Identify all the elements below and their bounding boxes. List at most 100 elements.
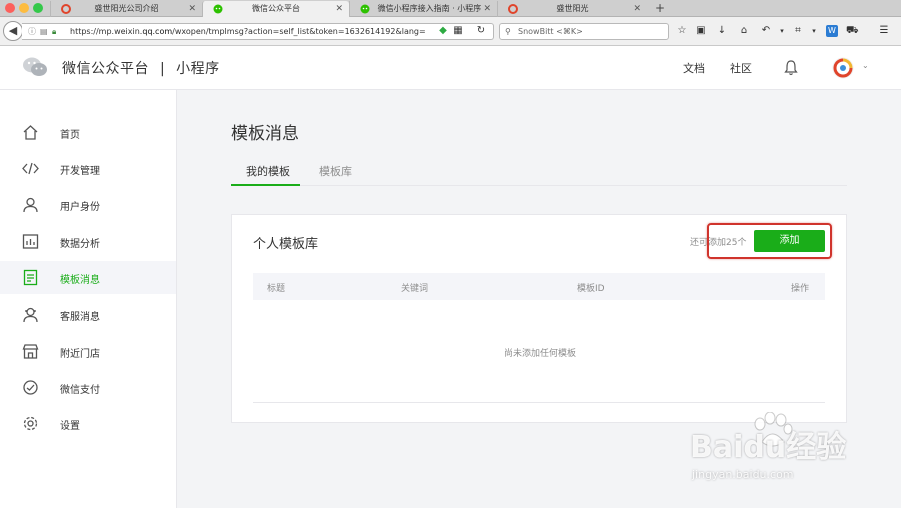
platform-title[interactable]: 微信公众平台 | 小程序: [62, 58, 220, 78]
watermark-url: jingyan.baidu.com: [692, 468, 794, 481]
close-window-button[interactable]: [5, 3, 15, 13]
reload-icon[interactable]: ↻: [475, 25, 487, 37]
sidebar-item-label: 附近门店: [60, 349, 100, 360]
sidebar-item-label: 微信支付: [60, 385, 100, 396]
sidebar-item-users[interactable]: 用户身份: [0, 188, 176, 221]
browser-tab-title: 盛世阳光: [556, 4, 589, 13]
download-icon[interactable]: ↓: [716, 25, 728, 37]
sidebar-item-label: 开发管理: [60, 166, 100, 177]
browser-tab-bar: 盛世阳光公司介绍 ✕ 微信公众平台 ✕ 微信小程序接入指南 · 小程序 ✕ 盛世…: [0, 0, 901, 17]
avatar[interactable]: [832, 57, 854, 79]
sidebar-item-wechat-pay[interactable]: 微信支付: [0, 371, 176, 404]
column-header-keywords: 关键词: [401, 284, 429, 294]
tab-my-templates[interactable]: 我的模板: [246, 163, 290, 179]
sidebar-item-customer-service[interactable]: 客服消息: [0, 298, 176, 331]
tab-template-library[interactable]: 模板库: [319, 163, 352, 179]
sidebar-item-label: 数据分析: [60, 239, 100, 250]
browser-tab-3[interactable]: 微信小程序接入指南 · 小程序 ✕: [349, 1, 497, 17]
store-icon: [22, 344, 39, 359]
sidebar-item-nearby-store[interactable]: 附近门店: [0, 335, 176, 368]
chevron-down-icon[interactable]: ▾: [776, 25, 788, 37]
sidebar-item-label: 首页: [60, 130, 80, 141]
extension-w-icon[interactable]: W: [826, 25, 838, 37]
highlight-box: [707, 223, 832, 259]
shield-icon[interactable]: ◆: [437, 25, 449, 37]
sidebar-item-template-message[interactable]: 模板消息: [0, 261, 176, 294]
browser-tab-2[interactable]: 微信公众平台 ✕: [202, 1, 349, 17]
train-icon[interactable]: ⛟: [846, 25, 859, 37]
close-tab-icon[interactable]: ✕: [633, 1, 641, 17]
page-title: 模板消息: [231, 124, 299, 144]
watermark-text: Baidu经验: [690, 430, 847, 465]
chart-icon: [22, 234, 39, 249]
sidebar-item-dev[interactable]: 开发管理: [0, 152, 176, 185]
lock-icon: 🔒︎: [52, 27, 57, 36]
close-tab-icon[interactable]: ✕: [335, 1, 343, 17]
sidebar: 首页 开发管理 用户身份 数据分析 模板消息 客服消息 附近门店 微信支付 设置: [0, 90, 177, 508]
product-name: 小程序: [176, 61, 220, 77]
url-suffix: /wxopen/tmplmsg?action=self_list&token=1…: [172, 27, 426, 36]
community-link[interactable]: 社区: [730, 60, 752, 76]
back-arrow-icon[interactable]: ◀: [3, 21, 23, 41]
title-separator: |: [159, 61, 166, 77]
sidebar-item-label: 客服消息: [60, 312, 100, 323]
info-icon[interactable]: ⓘ: [28, 24, 36, 39]
browser-tab-title: 盛世阳光公司介绍: [94, 4, 159, 13]
browser-tab-1[interactable]: 盛世阳光公司介绍 ✕: [50, 1, 202, 17]
maximize-window-button[interactable]: [33, 3, 43, 13]
chevron-down-icon[interactable]: ▾: [808, 25, 820, 37]
personal-template-panel: 个人模板库 还可添加25个 添加 标题 关键词 模板ID 操作 尚未添加任何模板: [231, 214, 847, 423]
undo-icon[interactable]: ↶: [760, 25, 772, 37]
chevron-down-icon[interactable]: ⌄: [862, 61, 869, 70]
service-icon: [23, 307, 38, 323]
close-tab-icon[interactable]: ✕: [483, 1, 491, 17]
gear-icon: [23, 416, 38, 431]
table-divider: [253, 402, 825, 403]
sidebar-item-label: 模板消息: [60, 275, 100, 286]
sidebar-item-label: 设置: [60, 421, 80, 432]
sidebar-item-label: 用户身份: [60, 202, 100, 213]
home-toolbar-icon[interactable]: ⌂: [738, 25, 750, 37]
search-placeholder: SnowBitt <⌘K>: [518, 27, 583, 36]
main-tabs: 我的模板 模板库: [231, 157, 847, 186]
brand-name: 微信公众平台: [62, 61, 149, 77]
code-icon: [22, 162, 39, 175]
sidebar-item-analytics[interactable]: 数据分析: [0, 225, 176, 258]
empty-state-text: 尚未添加任何模板: [503, 349, 576, 359]
sidebar-item-settings[interactable]: 设置: [0, 407, 176, 440]
user-icon: [23, 197, 38, 213]
browser-toolbar: ◀ ⓘ ▤ 🔒︎ https://mp.weixin.qq.com/wxopen…: [0, 17, 901, 46]
reading-list-icon[interactable]: ▣: [695, 25, 707, 37]
pay-icon: [23, 380, 38, 395]
url-prefix: https://mp.weixin.: [70, 27, 143, 36]
browser-tab-4[interactable]: 盛世阳光 ✕: [497, 1, 647, 17]
site-settings-icon[interactable]: ▤: [40, 24, 48, 39]
column-header-title: 标题: [267, 284, 286, 294]
menu-hamburger-icon[interactable]: ☰: [878, 25, 890, 37]
baidu-watermark: Baidu经验 jingyan.baidu.com: [690, 412, 860, 492]
address-bar[interactable]: ⓘ ▤ 🔒︎ https://mp.weixin.qq.com/wxopen/t…: [22, 23, 494, 40]
sidebar-item-home[interactable]: 首页: [0, 116, 176, 149]
search-icon: ⚲: [505, 27, 511, 36]
table-header: 标题 关键词 模板ID 操作: [253, 273, 825, 300]
crop-icon[interactable]: ⌗: [792, 25, 804, 37]
column-header-actions: 操作: [791, 284, 810, 294]
minimize-window-button[interactable]: [19, 3, 29, 13]
search-input[interactable]: ⚲ SnowBitt <⌘K>: [499, 23, 669, 40]
bookmark-star-icon[interactable]: ☆: [676, 25, 688, 37]
qr-code-icon[interactable]: ▦: [452, 25, 464, 37]
home-icon: [23, 125, 38, 140]
browser-tab-title: 微信公众平台: [252, 4, 300, 13]
bell-icon[interactable]: [784, 60, 798, 76]
wechat-logo-icon[interactable]: [22, 56, 48, 78]
url-domain: qq.com: [142, 27, 173, 36]
active-tab-underline: [231, 184, 300, 186]
docs-link[interactable]: 文档: [683, 60, 705, 76]
page-header: 微信公众平台 | 小程序 文档 社区 ⌄: [0, 46, 901, 90]
template-icon: [23, 269, 38, 286]
column-header-template-id: 模板ID: [577, 284, 605, 294]
new-tab-icon[interactable]: +: [655, 0, 665, 16]
panel-title: 个人模板库: [253, 237, 319, 252]
browser-tab-title: 微信小程序接入指南 · 小程序: [377, 4, 482, 13]
close-tab-icon[interactable]: ✕: [188, 1, 196, 17]
